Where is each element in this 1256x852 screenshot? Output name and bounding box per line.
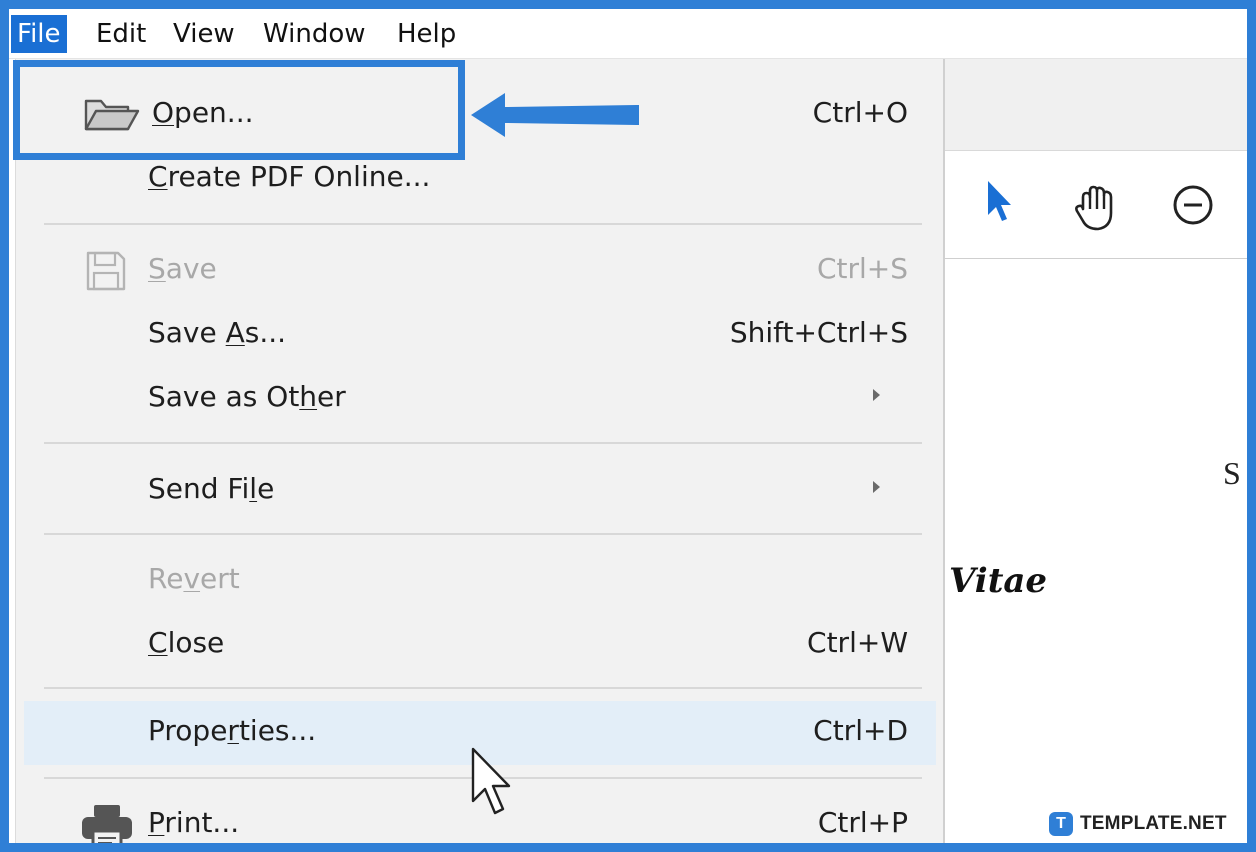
select-arrow-icon[interactable] bbox=[985, 179, 1013, 223]
menu-item-revert[interactable]: Revert bbox=[24, 549, 936, 611]
menu-separator bbox=[44, 223, 922, 225]
save-icon bbox=[86, 251, 126, 291]
menu-window[interactable]: Window bbox=[263, 15, 366, 53]
toolbar bbox=[939, 151, 1247, 259]
menu-item-label: Close bbox=[148, 626, 225, 659]
menu-item-shortcut: Ctrl+D bbox=[813, 714, 908, 747]
menu-item-save-as-other[interactable]: Save as Other bbox=[24, 367, 936, 429]
menu-item-shortcut: Shift+Ctrl+S bbox=[729, 316, 908, 349]
menu-item-label: Save As... bbox=[148, 316, 287, 349]
document-partial-text: S bbox=[1223, 455, 1241, 491]
tab-strip bbox=[939, 59, 1247, 151]
menu-item-shortcut: Ctrl+W bbox=[807, 626, 908, 659]
document-area bbox=[939, 259, 1247, 843]
menu-help[interactable]: Help bbox=[397, 15, 456, 53]
menu-item-shortcut: Ctrl+O bbox=[812, 96, 908, 129]
menu-item-save[interactable]: Save Ctrl+S bbox=[24, 239, 936, 301]
annotation-highlight-box bbox=[13, 60, 465, 160]
document-title-fragment: Vitae bbox=[949, 561, 1048, 601]
watermark: T TEMPLATE.NET bbox=[1049, 809, 1227, 839]
submenu-arrow-icon bbox=[873, 389, 880, 401]
menu-item-close[interactable]: Close Ctrl+W bbox=[24, 613, 936, 675]
annotation-arrow-icon bbox=[471, 93, 639, 137]
menu-bar: File Edit View Window Help bbox=[9, 9, 1247, 59]
menu-separator bbox=[44, 442, 922, 444]
menu-item-shortcut: Ctrl+P bbox=[817, 806, 908, 839]
menu-item-label: Properties... bbox=[148, 714, 317, 747]
menu-edit[interactable]: Edit bbox=[96, 15, 146, 53]
menu-view[interactable]: View bbox=[173, 15, 235, 53]
menu-item-label: Save as Other bbox=[148, 380, 346, 413]
menu-file[interactable]: File bbox=[11, 15, 67, 53]
file-menu-dropdown: Open... Ctrl+O Create PDF Online... Save… bbox=[15, 59, 945, 843]
menu-item-label: Print... bbox=[148, 806, 240, 839]
zoom-out-icon[interactable] bbox=[1171, 183, 1215, 227]
template-logo-icon: T bbox=[1049, 812, 1073, 836]
menu-item-save-as[interactable]: Save As... Shift+Ctrl+S bbox=[24, 303, 936, 365]
menu-item-label: Save bbox=[148, 252, 217, 285]
mouse-cursor-icon bbox=[471, 747, 511, 815]
menu-separator bbox=[44, 687, 922, 689]
menu-item-label: Send File bbox=[148, 472, 275, 505]
hand-tool-icon[interactable] bbox=[1071, 183, 1121, 233]
menu-item-send-file[interactable]: Send File bbox=[24, 459, 936, 521]
screenshot-frame: File Edit View Window Help S Vitae T TEM… bbox=[0, 0, 1256, 852]
menu-item-shortcut: Ctrl+S bbox=[816, 252, 908, 285]
printer-icon bbox=[82, 805, 132, 843]
menu-item-label: Create PDF Online... bbox=[148, 160, 431, 193]
menu-separator bbox=[44, 533, 922, 535]
watermark-text: TEMPLATE.NET bbox=[1080, 813, 1227, 834]
submenu-arrow-icon bbox=[873, 481, 880, 493]
menu-item-label: Revert bbox=[148, 562, 240, 595]
